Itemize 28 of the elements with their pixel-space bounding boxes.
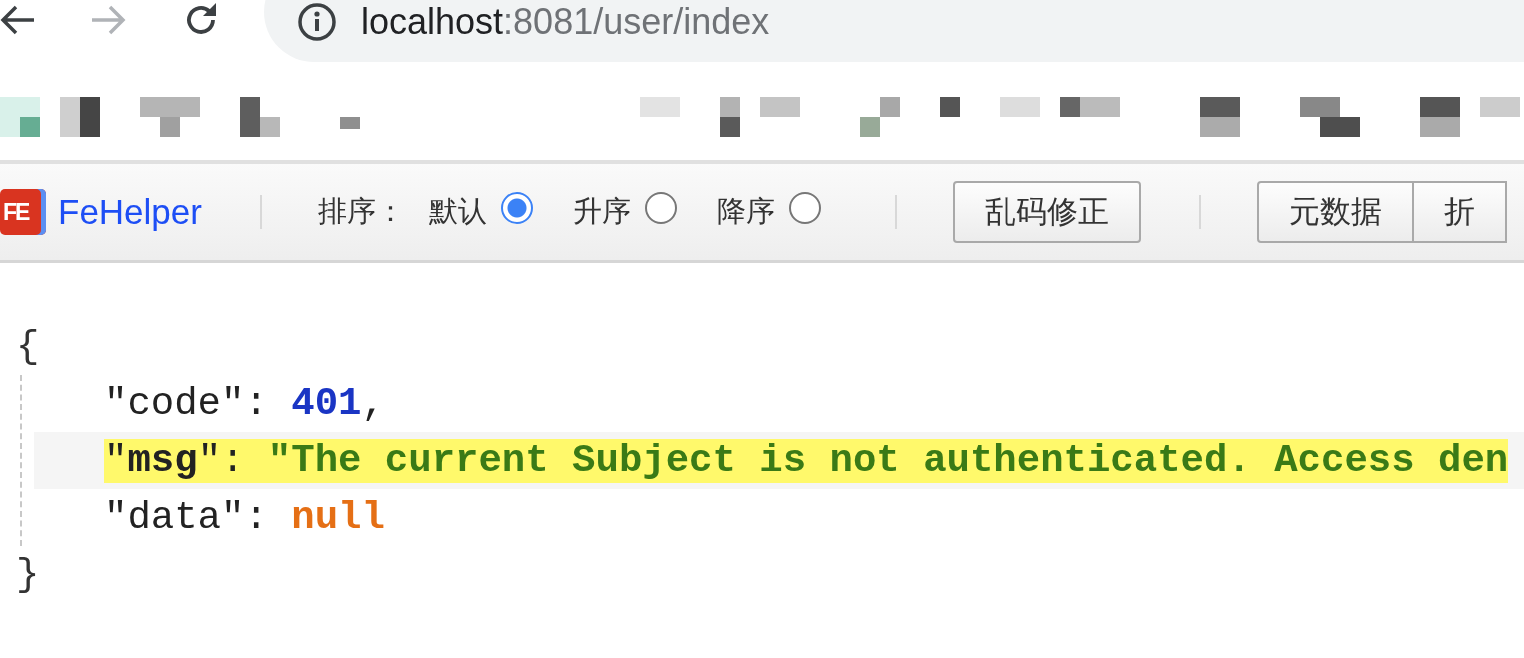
toolbar-button[interactable]: 折: [1413, 181, 1507, 243]
sort-radio[interactable]: [644, 192, 677, 224]
address-bar[interactable]: localhost:8081/user/index: [264, 0, 1524, 62]
json-key: "msg": [104, 438, 222, 483]
sort-radio[interactable]: [500, 192, 533, 224]
url-text: localhost:8081/user/index: [361, 1, 770, 43]
json-value: "The current Subject is not authenticated. Access den: [267, 438, 1509, 483]
fe-logo-icon: FE: [0, 189, 46, 235]
close-brace: }: [16, 552, 40, 597]
sort-label: 排序：: [317, 194, 405, 229]
comma: ,: [361, 381, 385, 426]
back-icon[interactable]: [0, 4, 36, 36]
sort-option-label: 默认: [428, 194, 487, 229]
sort-option-label: 升序: [572, 194, 631, 229]
fix-encoding-button[interactable]: 乱码修正: [952, 181, 1141, 243]
colon: :: [221, 438, 245, 483]
info-icon[interactable]: [297, 2, 337, 42]
json-key: "code": [104, 381, 245, 426]
open-brace: {: [16, 324, 40, 369]
sort-option-label: 降序: [716, 194, 775, 229]
toolbar-button[interactable]: 元数据: [1256, 181, 1414, 243]
json-value: 401: [291, 381, 362, 426]
sort-radio[interactable]: [788, 192, 821, 224]
colon: :: [244, 381, 268, 426]
json-value: null: [291, 495, 385, 540]
colon: :: [244, 495, 268, 540]
json-key: "data": [104, 495, 245, 540]
fehelper-logo: FeHelper: [58, 192, 202, 232]
